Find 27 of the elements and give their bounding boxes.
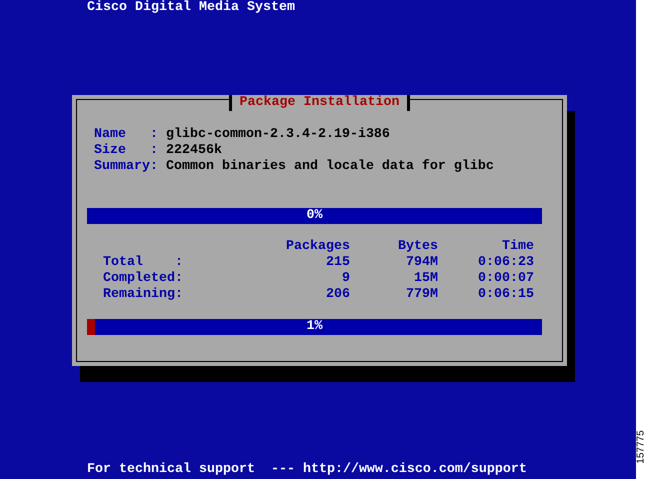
field-value: glibc-common-2.3.4-2.19-i386 [166, 127, 390, 143]
table-cell-text: 0:00:07 [477, 271, 534, 287]
table-cell-text: 0:06:15 [477, 287, 534, 303]
row-label: Total : [103, 255, 184, 271]
table-cell-text: 779M [405, 287, 438, 303]
table-cell-text: 0:06:23 [477, 255, 534, 271]
progress-percent: 1% [306, 319, 322, 335]
table-cell-text: 215 [325, 255, 350, 271]
column-header: Bytes [397, 239, 438, 255]
row-label: Completed: [103, 271, 184, 287]
figure-number: 157775 [636, 430, 648, 464]
dialog-title: Package Installation [228, 95, 410, 111]
support-text: For technical support --- http://www.cisco.com/support [86, 462, 528, 478]
row-label: Remaining: [103, 287, 184, 303]
screen-title: Cisco Digital Media System [86, 0, 296, 16]
column-header: Packages [285, 239, 350, 255]
field-label: Name : [94, 127, 158, 143]
field-value: Common binaries and locale data for glibc [166, 159, 494, 175]
field-label: Summary: [94, 159, 158, 175]
field-value: 222456k [166, 143, 222, 159]
table-cell-text: 794M [405, 255, 438, 271]
table-cell-text: 15M [413, 271, 438, 287]
column-header: Time [501, 239, 534, 255]
table-cell-text: 9 [341, 271, 350, 287]
field-label: Size : [94, 143, 158, 159]
table-cell-text: 206 [325, 287, 350, 303]
progress-percent: 0% [306, 208, 322, 224]
